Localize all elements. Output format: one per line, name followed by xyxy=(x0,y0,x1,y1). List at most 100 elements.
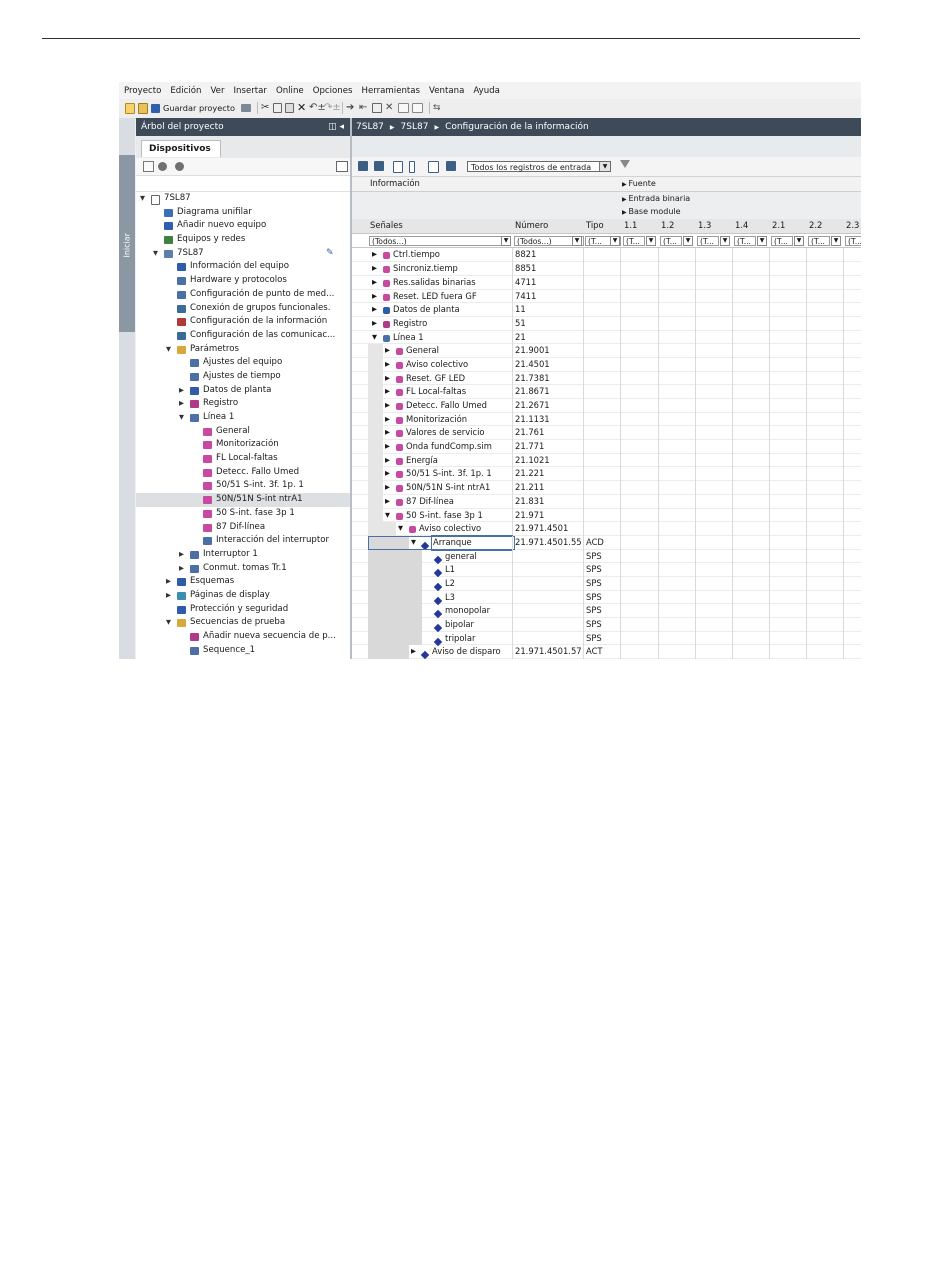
tree-item[interactable]: Interacción del interruptor xyxy=(136,534,350,548)
signals-filter[interactable]: (Todos...) xyxy=(369,235,511,246)
tree-item[interactable]: Información del equipo xyxy=(136,260,350,274)
menu-item[interactable]: Herramientas xyxy=(357,82,425,96)
collapsed-arrow-icon[interactable]: ▶ xyxy=(385,399,390,413)
signal-type[interactable]: SPS xyxy=(586,632,602,646)
menu-item[interactable]: Proyecto xyxy=(119,82,165,96)
chevron-down-icon[interactable]: ▼ xyxy=(794,235,804,246)
signal-number[interactable]: 21.971 xyxy=(515,509,544,523)
signal-row[interactable]: ▶ Ctrl.tiempo 8821 xyxy=(352,248,861,263)
tree-item[interactable]: 87 Dif-línea xyxy=(136,521,350,535)
redo-icon[interactable]: ↷± xyxy=(324,103,341,113)
menu-item[interactable]: Insertar xyxy=(229,82,271,96)
module-column-header[interactable]: 2.1 xyxy=(772,219,785,233)
signal-row[interactable]: ▼ 50 S-int. fase 3p 1 21.971 xyxy=(352,508,861,523)
tree-item[interactable]: ▼ Línea 1 xyxy=(136,411,350,425)
signal-type[interactable]: SPS xyxy=(586,577,602,591)
tree-item[interactable]: Protección y seguridad xyxy=(136,603,350,617)
signal-number[interactable]: 21.4501 xyxy=(515,358,550,372)
module-filter[interactable]: (T... xyxy=(697,235,719,246)
expanded-arrow-icon[interactable]: ▼ xyxy=(140,192,145,206)
breadcrumb-item[interactable]: 7SL87 xyxy=(401,122,429,132)
split-horizontal-icon[interactable] xyxy=(397,103,409,113)
expanded-arrow-icon[interactable]: ▼ xyxy=(179,411,184,425)
module-column-header[interactable]: 2.3 xyxy=(846,219,859,233)
show-columns-icon[interactable] xyxy=(393,161,403,173)
signal-type[interactable]: ACD xyxy=(586,536,604,550)
signal-row[interactable]: ▶ Datos de planta 11 xyxy=(352,303,861,317)
simulation-icon[interactable] xyxy=(371,103,382,113)
collapsed-arrow-icon[interactable]: ▶ xyxy=(385,385,390,399)
collapsed-arrow-icon[interactable]: ▶ xyxy=(411,645,416,659)
chevron-down-icon[interactable]: ▼ xyxy=(501,235,511,246)
upload-from-device-icon[interactable]: ⇤ xyxy=(359,103,369,113)
expanded-arrow-icon[interactable]: ▼ xyxy=(385,509,390,523)
collapsed-arrow-icon[interactable]: ▶ xyxy=(166,575,171,589)
signal-row[interactable]: ▶ Detecc. Fallo Umed 21.2671 xyxy=(352,399,861,413)
collapsed-arrow-icon[interactable]: ▶ xyxy=(166,589,171,603)
signal-row[interactable]: ▶ Onda fundComp.sim 21.771 xyxy=(352,440,861,454)
tree-item[interactable]: Configuración de las comunicac... xyxy=(136,329,350,343)
signal-row[interactable]: tripolar SPS xyxy=(352,631,861,646)
signal-row[interactable]: L3 SPS xyxy=(352,590,861,605)
signal-row[interactable]: ▶ Aviso colectivo 21.4501 xyxy=(352,357,861,372)
signal-row[interactable]: ▶ Aviso de disparo 21.971.4501.57 ACT xyxy=(352,645,861,659)
collapsed-arrow-icon[interactable]: ▶ xyxy=(179,562,184,576)
start-side-tab[interactable]: Iniciar xyxy=(119,155,135,332)
expanded-arrow-icon[interactable]: ▼ xyxy=(398,522,403,536)
new-folder-icon[interactable] xyxy=(143,161,154,172)
tree-item[interactable]: ▶ Datos de planta xyxy=(136,384,350,398)
go-offline-icon[interactable]: ✕ xyxy=(385,103,395,113)
signal-number[interactable]: 8851 xyxy=(515,262,536,276)
breadcrumb-item[interactable]: 7SL87 xyxy=(356,122,384,132)
menu-item[interactable]: Opciones xyxy=(308,82,357,96)
tree-item[interactable]: Conexión de grupos funcionales. xyxy=(136,302,350,316)
cut-icon[interactable]: ✂ xyxy=(261,103,270,113)
number-column-header[interactable]: Número xyxy=(515,219,548,233)
undo-icon[interactable]: ↶± xyxy=(309,103,326,113)
module-filter[interactable]: (T... xyxy=(808,235,830,246)
signal-number[interactable]: 21.211 xyxy=(515,481,544,495)
module-column-header[interactable]: 1.4 xyxy=(735,219,748,233)
signal-row[interactable]: ▼ Línea 1 21 xyxy=(352,330,861,345)
signal-row[interactable]: ▶ Registro 51 xyxy=(352,316,861,331)
signal-number[interactable]: 21.831 xyxy=(515,495,544,509)
signal-row[interactable]: ▶ 50/51 S-int. 3f. 1p. 1 21.221 xyxy=(352,467,861,482)
binary-input-header[interactable]: ▶ Entrada binaria xyxy=(622,192,690,206)
tree-item[interactable]: 50 S-int. fase 3p 1 xyxy=(136,507,350,521)
signal-row[interactable]: ▶ FL Local-faltas 21.8671 xyxy=(352,385,861,399)
edit-pencil-icon[interactable]: ✎ xyxy=(326,247,334,261)
signal-row[interactable]: ▼ Arranque 21.971.4501.55 ACD xyxy=(352,534,861,551)
tree-item[interactable]: ▼ Parámetros xyxy=(136,343,350,357)
chevron-down-icon[interactable]: ▼ xyxy=(599,162,610,171)
signal-row[interactable]: L1 SPS xyxy=(352,563,861,578)
tree-item[interactable]: Equipos y redes xyxy=(136,233,350,247)
menu-item[interactable]: Ventana xyxy=(424,82,468,96)
collapsed-arrow-icon[interactable]: ▶ xyxy=(372,262,377,276)
forward-icon[interactable] xyxy=(175,162,184,171)
show-list-icon[interactable] xyxy=(446,161,456,171)
tree-item[interactable]: Añadir nuevo equipo xyxy=(136,219,350,233)
signal-row[interactable]: ▶ Sincroniz.tiemp 8851 xyxy=(352,262,861,276)
signal-number[interactable]: 8821 xyxy=(515,248,536,262)
collapsed-arrow-icon[interactable]: ▶ xyxy=(179,397,184,411)
chevron-down-icon[interactable]: ▼ xyxy=(683,235,693,246)
collapsed-arrow-icon[interactable]: ▶ xyxy=(372,317,377,331)
tab-devices[interactable]: Dispositivos xyxy=(141,140,221,157)
record-filter-select[interactable]: Todos los registros de entrada ▼ xyxy=(467,161,611,172)
collapsed-arrow-icon[interactable]: ▶ xyxy=(179,384,184,398)
collapsed-arrow-icon[interactable]: ▶ xyxy=(385,358,390,372)
expanded-arrow-icon[interactable]: ▼ xyxy=(153,247,158,261)
tree-item[interactable]: ▼ Secuencias de prueba xyxy=(136,616,350,630)
signal-number[interactable]: 21.971.4501 xyxy=(515,522,568,536)
signal-number[interactable]: 21.971.4501.57 xyxy=(515,645,582,659)
tree-item[interactable]: ▼ 7SL87 xyxy=(136,192,350,206)
copy-icon[interactable] xyxy=(272,103,282,113)
signal-row[interactable]: ▶ Reset. LED fuera GF 7411 xyxy=(352,289,861,304)
chevron-down-icon[interactable]: ▼ xyxy=(646,235,656,246)
delete-icon[interactable]: ✕ xyxy=(297,102,306,113)
tree-item[interactable]: Configuración de punto de med... xyxy=(136,288,350,302)
collapsed-arrow-icon[interactable]: ▶ xyxy=(372,290,377,304)
tree-item[interactable]: Monitorización xyxy=(136,438,350,452)
module-column-header[interactable]: 1.2 xyxy=(661,219,674,233)
signal-type[interactable]: ACT xyxy=(586,645,603,659)
